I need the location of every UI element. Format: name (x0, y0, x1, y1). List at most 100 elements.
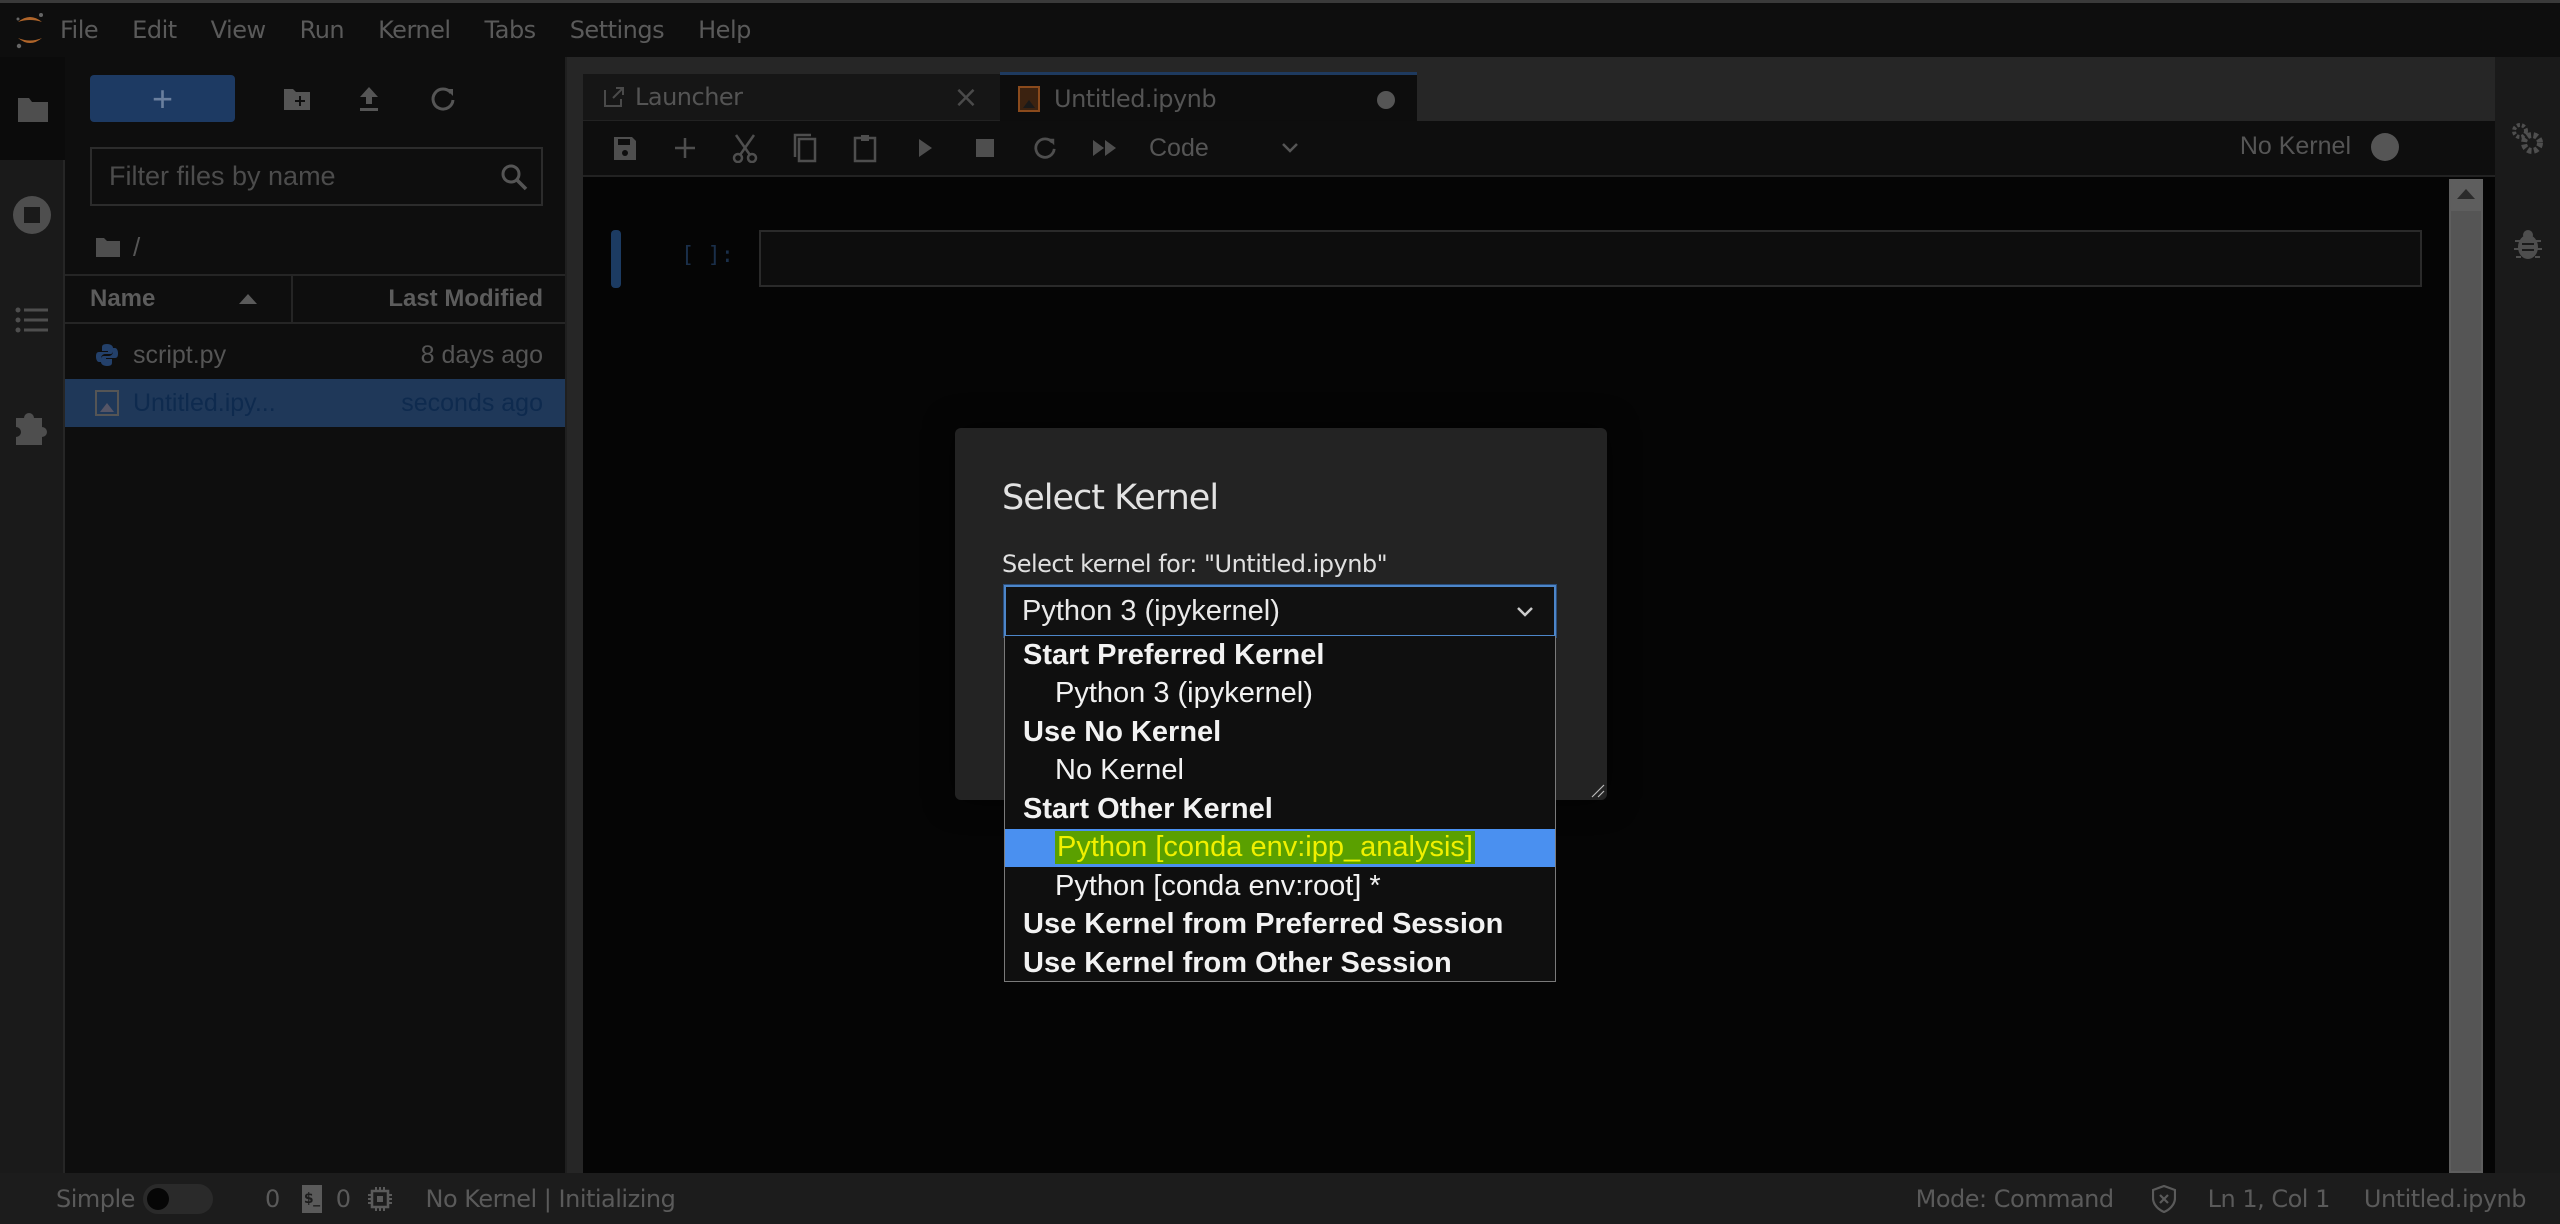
play-icon (919, 139, 932, 157)
menu-edit[interactable]: Edit (132, 16, 177, 44)
folder-icon (17, 97, 48, 122)
kernel-name: No Kernel (2239, 132, 2351, 160)
upload-icon (360, 87, 378, 111)
unsaved-dot-icon[interactable] (1377, 91, 1395, 109)
left-activity-bar (0, 57, 65, 1173)
folder-plus-icon (284, 89, 310, 110)
option-label-highlighted: Python [conda env:ipp_analysis] (1055, 831, 1475, 865)
debugger-tab[interactable] (2495, 215, 2560, 275)
extension-manager-tab[interactable] (0, 397, 63, 457)
search-icon (501, 164, 528, 191)
scroll-up-icon[interactable] (2457, 189, 2475, 199)
column-name[interactable]: Name (65, 276, 293, 322)
file-modified: seconds ago (401, 388, 543, 417)
close-icon[interactable]: × (953, 80, 978, 115)
menu-run[interactable]: Run (300, 16, 345, 44)
filter-placeholder: Filter files by name (109, 161, 336, 191)
plus-icon (675, 138, 695, 158)
file-browser-panel: + Filter files by name / Name Last Modif… (65, 57, 567, 1173)
copy-button[interactable] (775, 123, 835, 173)
column-last-modified[interactable]: Last Modified (293, 285, 565, 313)
gears-icon (2511, 123, 2543, 154)
simple-mode-toggle[interactable] (142, 1183, 213, 1214)
kernel-status-text[interactable]: No Kernel | Initializing (426, 1185, 676, 1213)
run-button[interactable] (895, 123, 955, 173)
insert-cell-button[interactable] (655, 123, 715, 173)
menu-settings[interactable]: Settings (570, 16, 665, 44)
breadcrumb-root[interactable]: / (133, 232, 140, 263)
chevron-down-icon (1282, 143, 1298, 153)
status-bar: Simple 0 $_ 0 No Kernel | Initializing M… (0, 1173, 2560, 1224)
cell-type-select[interactable]: Code (1149, 134, 1299, 163)
menu-file[interactable]: File (60, 16, 99, 44)
stop-circle-icon (12, 196, 51, 234)
refresh-icon (1034, 137, 1056, 159)
kernel-select[interactable]: Python 3 (ipykernel) (1004, 585, 1556, 637)
python-icon (96, 344, 118, 366)
save-icon (614, 137, 636, 160)
cursor-position[interactable]: Ln 1, Col 1 (2208, 1185, 2331, 1213)
kernel-idle-icon (2371, 132, 2399, 161)
scissors-icon (732, 134, 758, 163)
menu-help[interactable]: Help (698, 16, 751, 44)
kernel-options-list: Start Preferred Kernel Python 3 (ipykern… (1004, 636, 1556, 982)
option-group-preferred: Start Preferred Kernel (1023, 638, 1325, 671)
file-row[interactable]: script.py 8 days ago (65, 331, 565, 379)
file-browser-tab[interactable] (0, 57, 65, 160)
option-conda-ipp-analysis[interactable]: Python [conda env:ipp_analysis] (1005, 828, 1555, 867)
restart-button[interactable] (1015, 123, 1075, 173)
cell-prompt: [ ]: (681, 243, 734, 268)
folder-icon[interactable] (95, 236, 121, 258)
file-row-selected[interactable]: Untitled.ipy... seconds ago (65, 379, 565, 427)
right-activity-bar (2495, 57, 2560, 1173)
tab-label: Launcher (635, 83, 743, 111)
resize-handle-icon[interactable] (1589, 782, 1605, 798)
option-group-other-session: Use Kernel from Other Session (1023, 946, 1452, 979)
scrollbar-thumb[interactable] (2451, 211, 2481, 1171)
tab-label: Untitled.ipynb (1054, 84, 1217, 113)
property-inspector-tab[interactable] (2495, 109, 2560, 169)
active-filename: Untitled.ipynb (2363, 1184, 2527, 1213)
refresh-button[interactable] (421, 77, 465, 121)
option-python3-ipykernel[interactable]: Python 3 (ipykernel) (1005, 675, 1555, 714)
option-group-preferred-session: Use Kernel from Preferred Session (1023, 908, 1504, 941)
menu-kernel[interactable]: Kernel (378, 16, 451, 44)
code-cell[interactable]: [ ]: (583, 201, 2443, 301)
file-name: script.py (133, 340, 227, 369)
interrupt-button[interactable] (955, 123, 1015, 173)
cell-collapser[interactable] (611, 230, 621, 288)
vertical-scrollbar[interactable] (2449, 179, 2483, 1205)
refresh-icon (431, 87, 455, 111)
menu-view[interactable]: View (211, 16, 266, 44)
restart-run-all-button[interactable] (1075, 123, 1135, 173)
new-launcher-label: + (151, 77, 174, 119)
tab-untitled-notebook[interactable]: Untitled.ipynb (1000, 72, 1417, 122)
menu-tabs[interactable]: Tabs (485, 16, 537, 44)
file-modified: 8 days ago (420, 340, 543, 369)
table-of-contents-tab[interactable] (0, 290, 63, 350)
shield-x-icon[interactable] (2151, 1184, 2176, 1213)
clipboard-icon (853, 135, 877, 163)
option-no-kernel[interactable]: No Kernel (1005, 752, 1555, 791)
cell-editor[interactable] (759, 230, 2422, 287)
kernel-status[interactable]: No Kernel (2240, 132, 2399, 161)
paste-button[interactable] (835, 123, 895, 173)
file-list-header: Name Last Modified (65, 274, 565, 324)
save-button[interactable] (595, 123, 655, 173)
upload-button[interactable] (347, 77, 391, 121)
simple-mode-label: Simple (56, 1184, 135, 1213)
tab-launcher[interactable]: Launcher × (583, 74, 1000, 122)
kernel-select-value: Python 3 (ipykernel) (1022, 594, 1280, 627)
notebook-icon (1018, 85, 1040, 112)
kernels-count[interactable]: 0 (336, 1185, 351, 1213)
filter-files-input[interactable]: Filter files by name (90, 147, 543, 206)
option-conda-root[interactable]: Python [conda env:root] * (1005, 867, 1555, 906)
dialog-label: Select kernel for: "Untitled.ipynb" (1002, 550, 1388, 578)
new-launcher-button[interactable]: + (90, 75, 235, 122)
running-sessions-tab[interactable] (0, 185, 63, 245)
cut-button[interactable] (715, 123, 775, 173)
terminals-count[interactable]: 0 (265, 1185, 280, 1213)
new-folder-button[interactable] (275, 77, 319, 121)
cell-type-value: Code (1149, 133, 1209, 162)
notebook-mode: Mode: Command (1915, 1184, 2114, 1213)
